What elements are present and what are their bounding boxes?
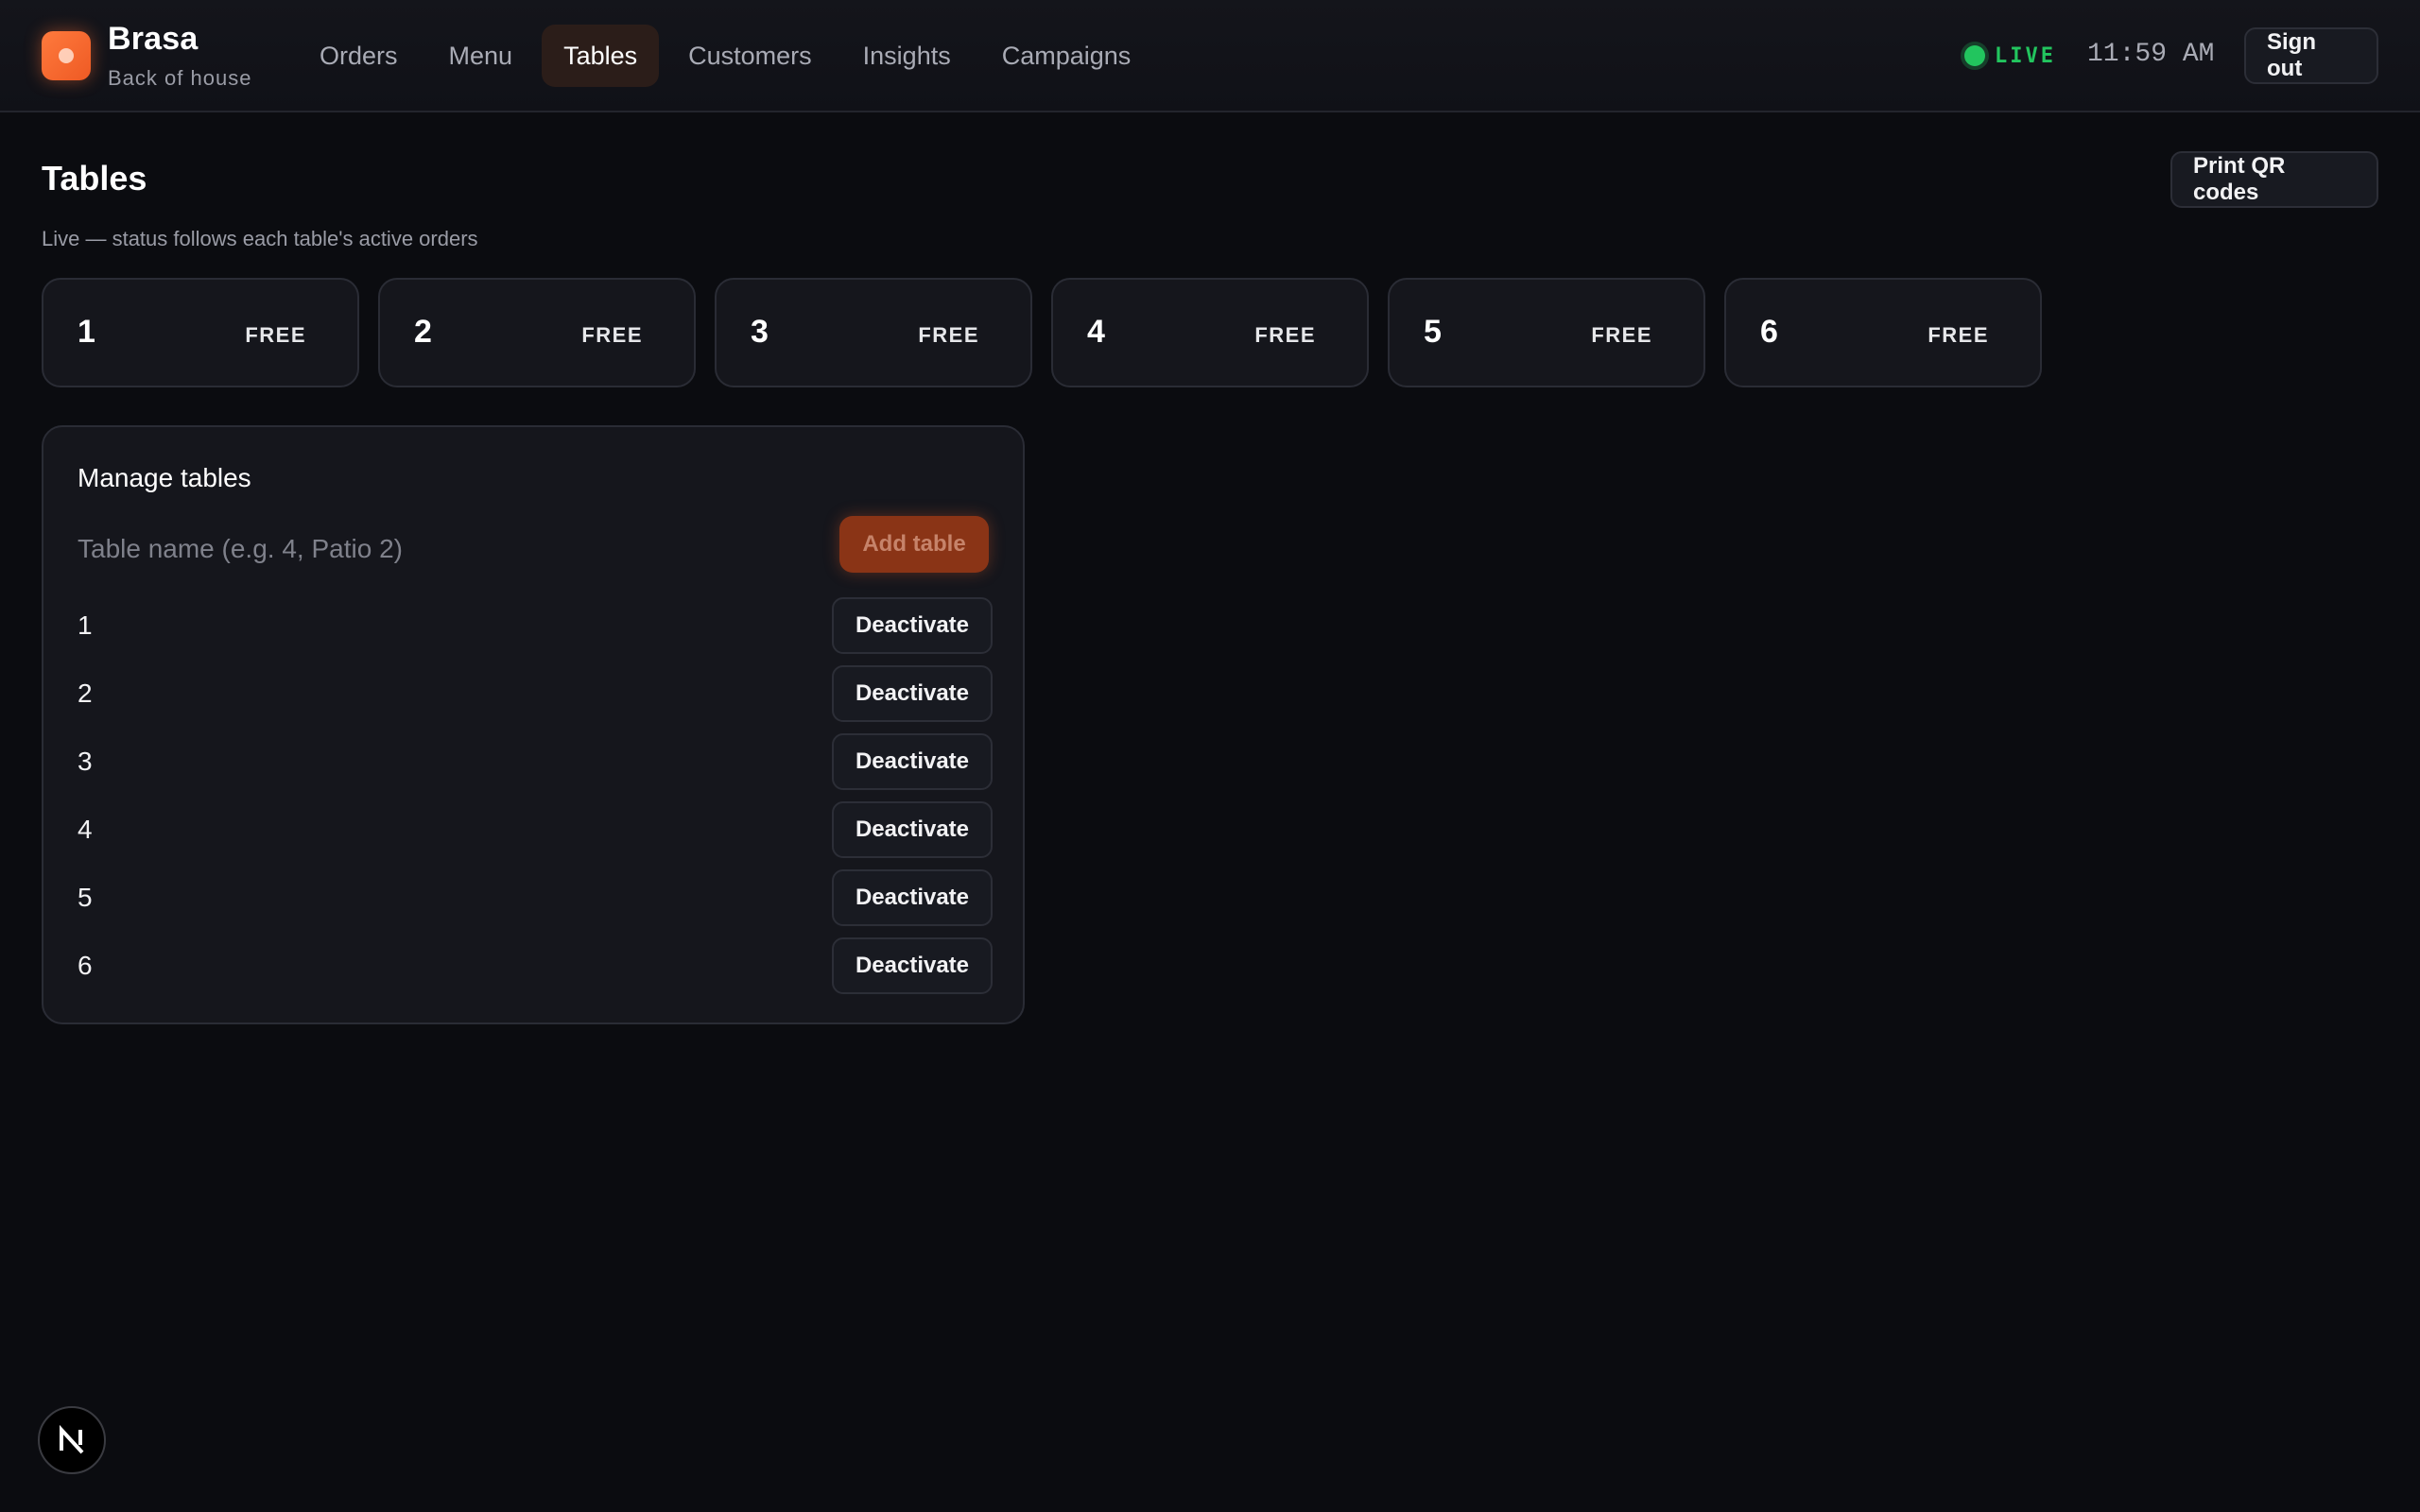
table-number: 4 <box>1087 314 1105 350</box>
table-status-badge: FREE <box>1254 323 1316 347</box>
nav-tables[interactable]: Tables <box>542 25 660 87</box>
nav-orders[interactable]: Orders <box>298 25 420 87</box>
table-number: 1 <box>78 314 95 350</box>
table-card[interactable]: 1 FREE <box>42 278 359 387</box>
table-row: 3 Deactivate <box>78 733 993 790</box>
table-status-badge: FREE <box>581 323 643 347</box>
table-status-grid: 1 FREE 2 FREE 3 FREE 4 FREE 5 FREE 6 FRE… <box>42 278 2042 387</box>
sign-out-button[interactable]: Sign out <box>2244 27 2378 84</box>
nextjs-logo-icon <box>60 1424 84 1454</box>
table-number: 5 <box>1424 314 1442 350</box>
brand-name: Brasa <box>108 21 199 57</box>
table-row: 6 Deactivate <box>78 937 993 994</box>
nav-menu[interactable]: Menu <box>427 25 535 87</box>
top-bar: Brasa Back of house Orders Menu Tables C… <box>0 0 2420 112</box>
table-row: 2 Deactivate <box>78 665 993 722</box>
brand-subtitle: Back of house <box>108 66 252 90</box>
table-row-name: 4 <box>78 815 93 844</box>
nav-insights[interactable]: Insights <box>841 25 973 87</box>
deactivate-button[interactable]: Deactivate <box>832 597 993 654</box>
table-status-badge: FREE <box>1591 323 1652 347</box>
main-nav: Orders Menu Tables Customers Insights Ca… <box>298 25 1152 87</box>
deactivate-button[interactable]: Deactivate <box>832 665 993 722</box>
nav-campaigns[interactable]: Campaigns <box>980 25 1153 87</box>
table-row: 4 Deactivate <box>78 801 993 858</box>
table-status-badge: FREE <box>245 323 306 347</box>
table-number: 3 <box>751 314 769 350</box>
table-row: 1 Deactivate <box>78 597 993 654</box>
page-title: Tables <box>42 159 147 198</box>
brand-logo-icon[interactable] <box>42 31 91 80</box>
table-status-badge: FREE <box>918 323 979 347</box>
live-indicator: LIVE <box>1964 42 2056 70</box>
table-card[interactable]: 6 FREE <box>1724 278 2042 387</box>
table-card[interactable]: 3 FREE <box>715 278 1032 387</box>
clock: 11:59 AM <box>2087 40 2215 69</box>
live-dot-icon <box>1964 45 1985 66</box>
deactivate-button[interactable]: Deactivate <box>832 801 993 858</box>
deactivate-button[interactable]: Deactivate <box>832 733 993 790</box>
table-row-name: 2 <box>78 679 93 708</box>
table-status-badge: FREE <box>1927 323 1989 347</box>
nav-customers[interactable]: Customers <box>666 25 834 87</box>
table-card[interactable]: 2 FREE <box>378 278 696 387</box>
table-card[interactable]: 5 FREE <box>1388 278 1705 387</box>
add-table-button[interactable]: Add table <box>839 516 989 573</box>
logo-dot <box>59 48 74 63</box>
page-subtitle: Live — status follows each table's activ… <box>42 227 478 250</box>
table-card[interactable]: 4 FREE <box>1051 278 1369 387</box>
table-row-name: 6 <box>78 951 93 980</box>
table-row-name: 3 <box>78 747 93 776</box>
table-number: 6 <box>1760 314 1778 350</box>
live-label: LIVE <box>1995 43 2056 68</box>
print-qr-codes-button[interactable]: Print QR codes <box>2170 151 2378 208</box>
table-row-name: 1 <box>78 610 93 640</box>
table-row-name: 5 <box>78 883 93 912</box>
manage-tables-panel: Manage tables Add table 1 Deactivate 2 D… <box>42 425 1025 1024</box>
deactivate-button[interactable]: Deactivate <box>832 869 993 926</box>
manage-tables-title: Manage tables <box>78 463 251 492</box>
table-name-input[interactable] <box>78 525 853 573</box>
table-row: 5 Deactivate <box>78 869 993 926</box>
table-number: 2 <box>414 314 432 350</box>
nextjs-icon[interactable] <box>38 1406 106 1474</box>
deactivate-button[interactable]: Deactivate <box>832 937 993 994</box>
